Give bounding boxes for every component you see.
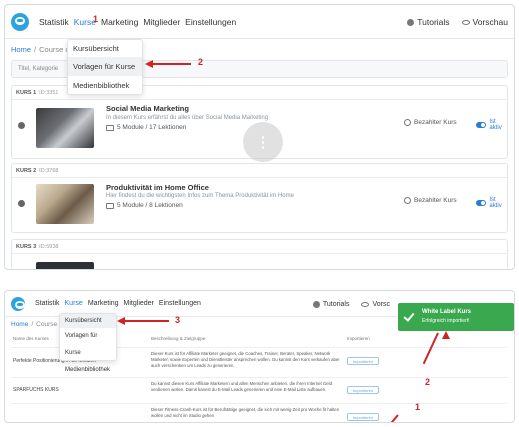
breadcrumb-home[interactable]: Home	[11, 321, 28, 328]
screenshot-course-templates: Statistik Kurse Marketing Mitglieder Ein…	[4, 290, 515, 423]
annotation-number-2: 2	[198, 57, 204, 67]
course-card: KURS 2 ID:3768 Produktivität im Home Offi…	[11, 163, 508, 233]
loading-spinner-icon	[243, 122, 283, 162]
course-title[interactable]: Produktivität im Home Office	[106, 183, 209, 192]
menu-item-vorlagen[interactable]: Vorlagen für Kurse	[68, 57, 142, 76]
annotation-number-2: 2	[425, 377, 431, 387]
course-title[interactable]: Social Media Marketing	[106, 104, 189, 113]
dollar-icon	[404, 197, 411, 204]
menu-item-kursuebersicht[interactable]: Kursübersicht	[68, 40, 142, 57]
preview-link[interactable]: Vorsc	[361, 301, 390, 308]
course-thumbnail	[36, 262, 94, 269]
course-card: KURS 3 ID:5938	[11, 239, 508, 269]
preview-link[interactable]: Vorschau	[461, 17, 508, 27]
import-button[interactable]: Importieren	[347, 357, 379, 365]
course-header: KURS 3 ID:5938	[12, 240, 507, 254]
toast-message: Erfolgreich importiert!	[422, 318, 470, 324]
folder-icon	[106, 202, 114, 209]
annotation-arrowhead	[117, 317, 125, 325]
table-row: SPARFUCHS KURS Du kannst diesen Kurs Aff…	[11, 377, 508, 401]
nav-statistik[interactable]: Statistik	[39, 17, 69, 27]
course-meta: 5 Module / 8 Lektionen	[106, 202, 183, 209]
success-toast: White Label Kurs Erfolgreich importiert!	[398, 303, 514, 331]
active-toggle[interactable]: Ist aktiv	[476, 197, 507, 209]
toast-title: White Label Kurs	[422, 309, 472, 315]
menu-item-vorlagen[interactable]: Vorlagen für Kurse	[60, 328, 116, 362]
annotation-number-1: 1	[415, 402, 421, 412]
course-header: KURS 2 ID:3768	[12, 164, 507, 178]
gear-icon[interactable]	[18, 200, 25, 207]
info-icon	[407, 18, 415, 26]
dollar-icon	[404, 119, 411, 126]
annotation-number-3: 3	[175, 315, 181, 325]
course-name: SPARFUCHS KURS	[13, 387, 59, 393]
menu-item-kursuebersicht[interactable]: Kursübersicht	[60, 314, 116, 328]
nav-kurse[interactable]: Kurse	[65, 300, 83, 307]
annotation-arrowhead	[145, 60, 153, 68]
course-description: Dieser Fitness-Crash-Kurs ist für Berufs…	[151, 407, 340, 418]
tutorials-link[interactable]: Tutorials	[407, 17, 450, 27]
screenshot-course-overview: Statistik Kurse Marketing Mitglieder Ein…	[4, 4, 515, 270]
import-button[interactable]: Importieren	[347, 386, 379, 394]
import-button[interactable]: Importieren	[347, 413, 379, 421]
nav-statistik[interactable]: Statistik	[35, 300, 60, 307]
nav-einstellungen[interactable]: Einstellungen	[185, 17, 236, 27]
column-header-name: Name des Kurses	[13, 336, 49, 341]
kurse-dropdown-menu: Kursübersicht Vorlagen für Kurse Medienb…	[59, 313, 117, 373]
nav-marketing[interactable]: Marketing	[88, 300, 119, 307]
table-row: Dieser Fitness-Crash-Kurs ist für Berufs…	[11, 403, 508, 422]
eye-icon	[461, 19, 470, 25]
breadcrumb-home[interactable]: Home	[11, 45, 31, 54]
active-toggle[interactable]: Ist aktiv	[476, 119, 507, 131]
course-meta: 5 Module / 17 Lektionen	[106, 124, 186, 131]
tutorials-link[interactable]: Tutorials	[312, 300, 349, 308]
course-thumbnail	[36, 184, 94, 224]
menu-item-medienbibliothek[interactable]: Medienbibliothek	[60, 362, 116, 378]
gear-icon[interactable]	[18, 122, 25, 129]
checkmark-icon	[403, 310, 415, 322]
top-navigation: Statistik Kurse Marketing Mitglieder Ein…	[5, 5, 514, 39]
nav-einstellungen[interactable]: Einstellungen	[159, 300, 201, 307]
folder-icon	[106, 124, 114, 131]
course-description: In diesem Kurs erfährst du alles über So…	[106, 115, 269, 121]
annotation-number-1: 1	[93, 14, 99, 24]
nav-mitglieder[interactable]: Mitglieder	[143, 17, 180, 27]
breadcrumb: Home / Course ov	[11, 321, 66, 328]
toggle-icon	[476, 122, 487, 128]
course-description: Dieser Kurs ist für Affiliate Marketer g…	[151, 351, 340, 368]
nav-mitglieder[interactable]: Mitglieder	[124, 300, 154, 307]
breadcrumb: Home / Course ov	[11, 45, 74, 54]
annotation-arrow	[151, 63, 191, 65]
kurse-dropdown-menu: Kursübersicht Vorlagen für Kurse Medienb…	[67, 39, 143, 95]
app-logo-icon[interactable]	[11, 296, 25, 311]
menu-item-medienbibliothek[interactable]: Medienbibliothek	[68, 76, 142, 95]
eye-icon	[361, 301, 370, 307]
course-description: Hier findest du die wichtigsten Infos zu…	[106, 193, 294, 199]
course-thumbnail	[36, 108, 94, 148]
column-header-import: Importieren	[347, 336, 370, 341]
annotation-arrowhead	[442, 331, 450, 339]
column-header-description: Beschreibung & Zielgruppe	[151, 336, 206, 341]
toggle-icon	[476, 200, 487, 206]
course-description: Du kannst diesen Kurs Affiliate Marketer…	[151, 381, 332, 392]
paid-course-label: Bezahlter Kurs	[404, 197, 457, 204]
paid-course-label: Bezahlter Kurs	[404, 119, 457, 126]
annotation-arrow	[123, 320, 169, 322]
app-logo-icon[interactable]	[11, 12, 29, 31]
nav-marketing[interactable]: Marketing	[101, 17, 138, 27]
info-icon	[312, 300, 320, 308]
